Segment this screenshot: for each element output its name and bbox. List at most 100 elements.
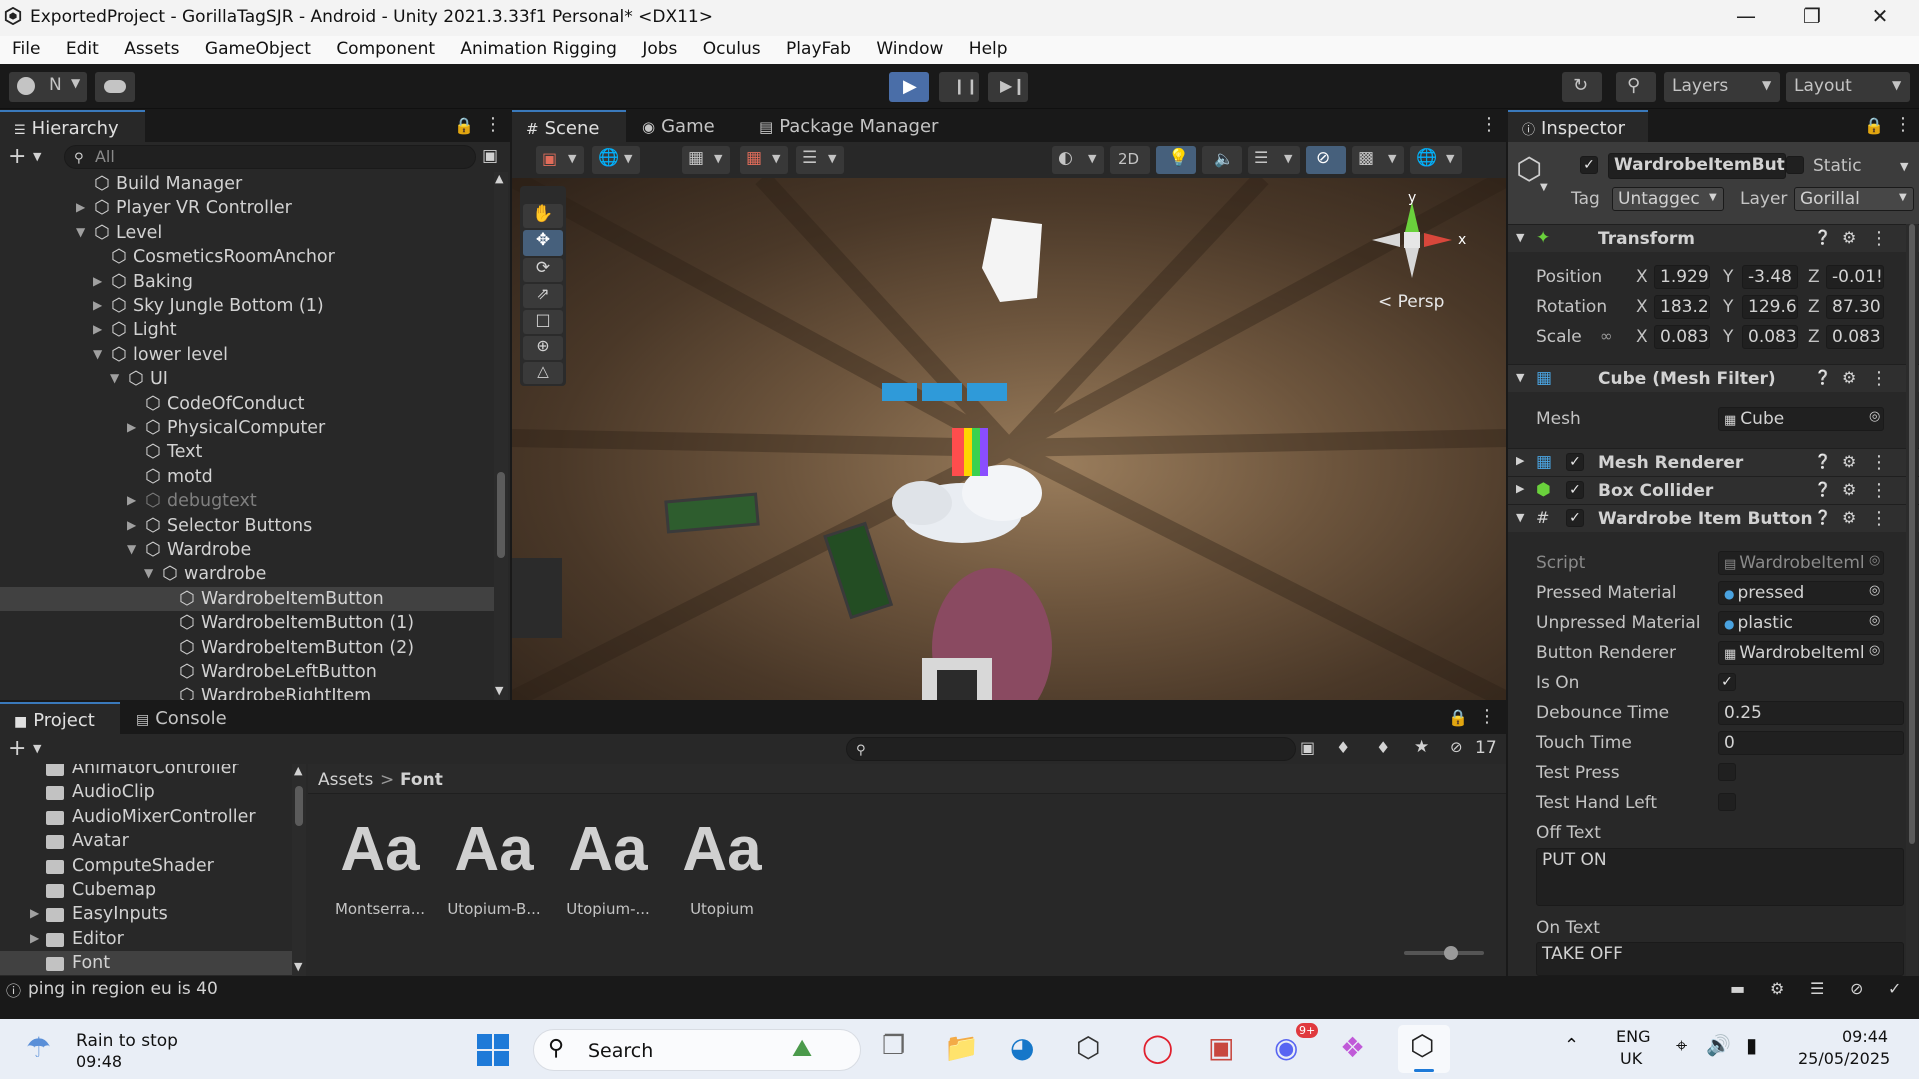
- font-asset[interactable]: Aa Utopium: [672, 814, 772, 924]
- folder-item[interactable]: AudioClip: [0, 780, 292, 804]
- hierarchy-item[interactable]: ⬡ Text: [0, 440, 495, 464]
- weather-widget[interactable]: ☂ Rain to stop 09:48: [20, 1029, 200, 1071]
- target-icon[interactable]: ◎: [1869, 409, 1880, 424]
- target-icon[interactable]: ◎: [1869, 583, 1880, 598]
- chevron-down-icon[interactable]: ▼: [1900, 160, 1908, 173]
- preset-icon[interactable]: ⚙: [1842, 480, 1856, 499]
- target-icon[interactable]: ◎: [1869, 643, 1880, 658]
- more-options-icon[interactable]: ⋮: [1870, 228, 1888, 249]
- hierarchy-item[interactable]: ⬡ WardrobeItemButton (2): [0, 636, 495, 660]
- hierarchy-item[interactable]: ▼ ⬡ wardrobe: [0, 562, 495, 586]
- button-renderer-field[interactable]: ▦ WardrobeIteml ◎: [1718, 641, 1884, 665]
- rotation-x-field[interactable]: 183.2: [1654, 295, 1710, 319]
- more-options-icon[interactable]: ⋮: [1870, 368, 1888, 389]
- scale-x-field[interactable]: 0.083: [1654, 325, 1710, 349]
- menu-animation-rigging[interactable]: Animation Rigging: [460, 36, 616, 59]
- folder-item[interactable]: Font: [0, 951, 292, 976]
- more-options-icon[interactable]: ⋮: [1894, 114, 1912, 135]
- clock-time[interactable]: 09:44: [1842, 1027, 1888, 1046]
- folder-item[interactable]: ▶ EasyInputs: [0, 902, 292, 926]
- folder-item[interactable]: Avatar: [0, 829, 292, 853]
- scrollbar-thumb[interactable]: [497, 472, 505, 558]
- chevron-down-icon[interactable]: ▼: [1540, 182, 1548, 193]
- more-options-icon[interactable]: ⋮: [1478, 706, 1496, 727]
- chevron-right-icon[interactable]: ▶: [127, 518, 136, 532]
- help-icon[interactable]: ❔: [1814, 482, 1831, 498]
- chevron-right-icon[interactable]: ▶: [127, 493, 136, 507]
- custom-tool-icon[interactable]: △: [523, 362, 563, 384]
- close-button[interactable]: ✕: [1860, 4, 1900, 32]
- more-options-icon[interactable]: ⋮: [1870, 508, 1888, 529]
- mesh-object-field[interactable]: ▦ Cube ◎: [1718, 407, 1884, 431]
- chevron-down-icon[interactable]: ▼: [110, 371, 119, 385]
- tab-scene[interactable]: # Scene: [512, 110, 626, 142]
- menu-edit[interactable]: Edit: [66, 36, 99, 59]
- hierarchy-item[interactable]: ▼ ⬡ lower level: [0, 343, 495, 367]
- zoom-slider[interactable]: [1404, 946, 1484, 960]
- folder-item[interactable]: Cubemap: [0, 878, 292, 902]
- active-checkbox[interactable]: ✓: [1580, 156, 1598, 174]
- inspector-scrollbar[interactable]: [1906, 224, 1918, 976]
- scene-viewport[interactable]: ✋ ✥ ⟳ ⇗ □ ⊕ △ y x < Persp: [512, 178, 1506, 700]
- gizmos-dropdown[interactable]: 🌐 ▼: [1410, 146, 1462, 174]
- tab-hierarchy[interactable]: ☰ Hierarchy: [0, 110, 145, 142]
- scene-visibility-icon[interactable]: ▣: [482, 146, 498, 166]
- folder-item[interactable]: AudioMixerController: [0, 805, 292, 829]
- off-text-area[interactable]: PUT ON: [1536, 848, 1904, 906]
- taskbar-search[interactable]: ⚲ Search ⛰: [533, 1029, 861, 1071]
- test-hand-left-checkbox[interactable]: [1718, 793, 1736, 811]
- preset-icon[interactable]: ⚙: [1842, 508, 1856, 527]
- lock-icon[interactable]: 🔒: [1864, 116, 1884, 135]
- hierarchy-item[interactable]: ⬡ CosmeticsRoomAnchor: [0, 245, 495, 269]
- on-text-area[interactable]: TAKE OFF: [1536, 942, 1904, 976]
- scrollbar-thumb[interactable]: [1909, 224, 1915, 844]
- ruler-dropdown[interactable]: ☰ ▼: [796, 146, 844, 174]
- chevron-right-icon[interactable]: ▶: [127, 420, 136, 434]
- more-options-icon[interactable]: ⋮: [484, 114, 502, 135]
- hierarchy-item[interactable]: ⬡ CodeOfConduct: [0, 392, 495, 416]
- more-options-icon[interactable]: ⋮: [1870, 452, 1888, 473]
- opera-browser-icon[interactable]: ◯: [1142, 1031, 1173, 1064]
- unity-editor-taskbar-icon[interactable]: ⬡: [1398, 1025, 1450, 1073]
- minimize-button[interactable]: —: [1726, 4, 1766, 32]
- chevron-down-icon[interactable]: ▼: [93, 347, 102, 361]
- camera-dropdown[interactable]: ▩ ▼: [1352, 146, 1404, 174]
- menu-component[interactable]: Component: [336, 36, 435, 59]
- lighting-toggle[interactable]: 💡: [1156, 146, 1196, 174]
- chevron-down-icon[interactable]: ▼: [294, 960, 302, 973]
- position-z-field[interactable]: -0.01!: [1826, 265, 1884, 289]
- increment-snap-dropdown[interactable]: ▦ ▼: [740, 146, 788, 174]
- step-button[interactable]: ▶❙: [988, 72, 1028, 102]
- layers-dropdown[interactable]: Layers ▼: [1664, 72, 1780, 102]
- hierarchy-scrollbar[interactable]: ▲ ▼: [494, 172, 508, 700]
- tag-dropdown[interactable]: Untaggec ▼: [1612, 187, 1724, 211]
- preset-icon[interactable]: ⚙: [1842, 228, 1856, 247]
- folder-item[interactable]: ▶ Editor: [0, 927, 292, 951]
- filter-by-label-icon[interactable]: ♦: [1336, 738, 1350, 757]
- history-button[interactable]: ↻: [1562, 72, 1602, 102]
- rotation-z-field[interactable]: 87.30: [1826, 295, 1884, 319]
- menu-jobs[interactable]: Jobs: [642, 36, 677, 59]
- cache-icon[interactable]: ☰: [1810, 979, 1824, 998]
- favorite-star-icon[interactable]: ★: [1414, 737, 1429, 757]
- script-enabled-checkbox[interactable]: ✓: [1566, 509, 1584, 527]
- menu-gameobject[interactable]: GameObject: [205, 36, 311, 59]
- layer-dropdown[interactable]: Gorillal ▼: [1794, 187, 1914, 211]
- tag-icon[interactable]: ♦: [1376, 738, 1390, 757]
- edge-browser-icon[interactable]: ◕: [1010, 1031, 1034, 1064]
- object-name-input[interactable]: WardrobeItemBut: [1608, 153, 1786, 179]
- wardrobe-item-button-header[interactable]: ▼ # ✓ Wardrobe Item Button ❔ ⚙ ⋮: [1508, 504, 1919, 532]
- tab-project[interactable]: ■ Project: [0, 702, 120, 734]
- keyboard-layout-label[interactable]: UK: [1620, 1049, 1642, 1068]
- chevron-down-icon[interactable]: ▼: [33, 150, 41, 163]
- file-explorer-icon[interactable]: 📁: [944, 1031, 979, 1064]
- collab-icon[interactable]: ▬: [1730, 979, 1745, 998]
- mesh-renderer-enabled-checkbox[interactable]: ✓: [1566, 453, 1584, 471]
- hierarchy-item[interactable]: ▶ ⬡ debugtext: [0, 489, 495, 513]
- hierarchy-item[interactable]: ▼ ⬡ Wardrobe: [0, 538, 495, 562]
- debounce-time-field[interactable]: 0.25: [1718, 701, 1904, 725]
- draw-mode-dropdown[interactable]: ▣ ▼: [536, 146, 584, 174]
- chevron-down-icon[interactable]: ▼: [495, 684, 503, 697]
- scale-z-field[interactable]: 0.083: [1826, 325, 1884, 349]
- help-icon[interactable]: ❔: [1814, 510, 1831, 526]
